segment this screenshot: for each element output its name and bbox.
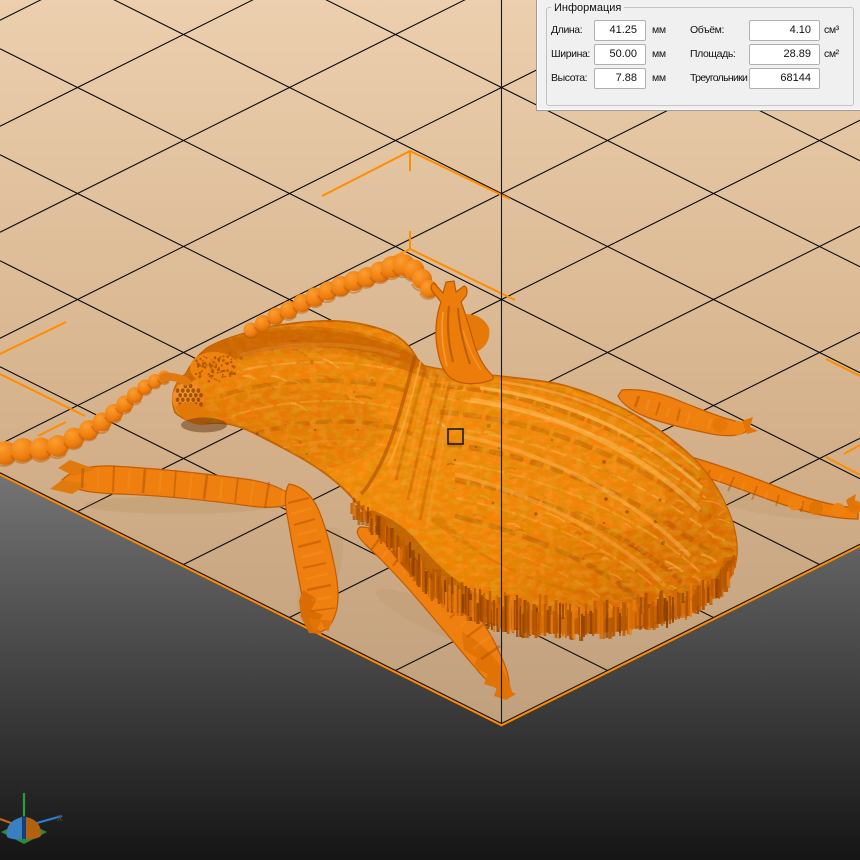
svg-text:Z: Z [19, 782, 26, 794]
svg-text:x: x [57, 812, 63, 824]
